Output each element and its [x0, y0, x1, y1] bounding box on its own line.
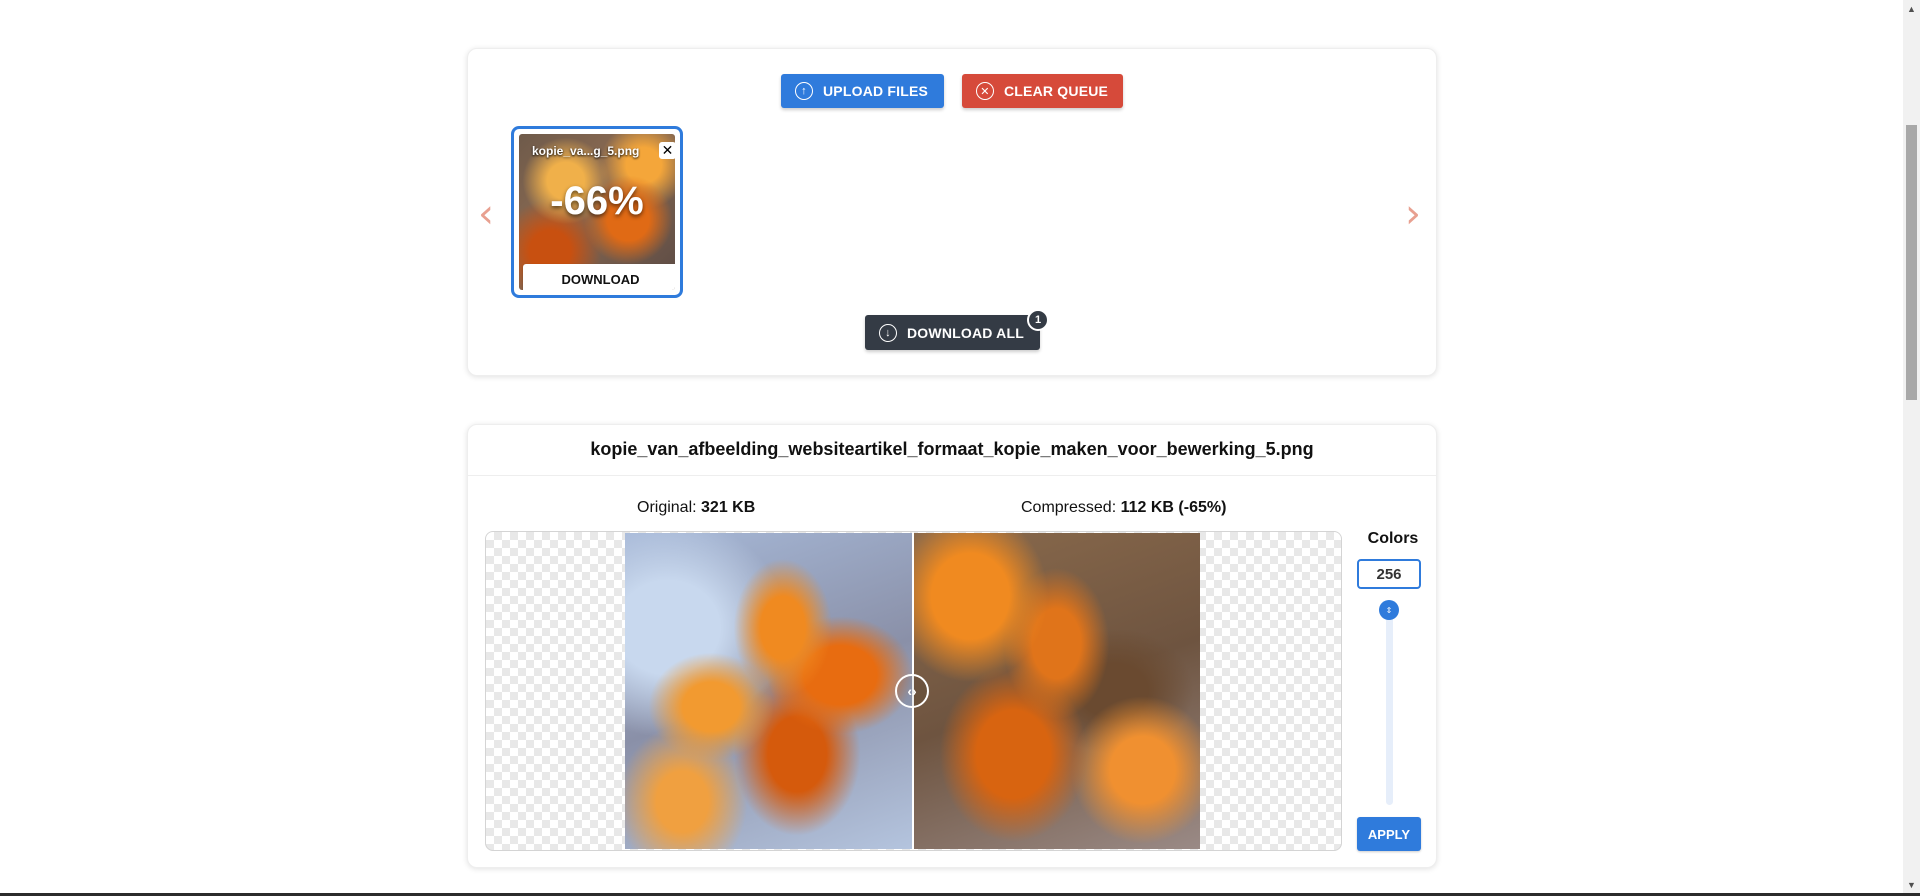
- queue-item-reduction: -66%: [550, 179, 644, 223]
- arrow-up-circle-icon: ↑: [795, 82, 813, 100]
- scroll-down-icon[interactable]: ▼: [1903, 876, 1920, 893]
- scroll-up-icon[interactable]: ▲: [1903, 0, 1920, 17]
- original-size-stat: Original: 321 KB: [637, 499, 755, 517]
- page-scrollbar[interactable]: ▲ ▼: [1903, 0, 1920, 893]
- file-title: kopie_van_afbeelding_websiteartikel_form…: [590, 439, 1314, 459]
- queue-item-thumbnail: kopie_va...g_5.png ✕ -66% DOWNLOAD: [519, 134, 675, 290]
- queue-item-download-button[interactable]: DOWNLOAD: [523, 264, 675, 290]
- colors-slider-thumb[interactable]: ⇕: [1379, 600, 1399, 620]
- carousel-next-arrow-icon[interactable]: ›: [1405, 194, 1421, 234]
- detail-card: kopie_van_afbeelding_websiteartikel_form…: [467, 424, 1437, 868]
- divider: [468, 475, 1436, 476]
- clear-queue-button[interactable]: ✕ CLEAR QUEUE: [962, 74, 1123, 108]
- compressed-image: [913, 533, 1200, 849]
- carousel-prev-arrow-icon[interactable]: ‹: [478, 194, 494, 234]
- compressed-label: Compressed:: [1021, 499, 1117, 516]
- download-all-count-badge: 1: [1027, 309, 1049, 331]
- clear-queue-label: CLEAR QUEUE: [1004, 83, 1109, 99]
- queue-item[interactable]: kopie_va...g_5.png ✕ -66% DOWNLOAD: [511, 126, 683, 298]
- download-all-label: DOWNLOAD ALL: [907, 324, 1024, 341]
- queue-card: ↑ UPLOAD FILES ✕ CLEAR QUEUE ‹ › kopie_v…: [467, 48, 1437, 376]
- compressed-size-stat: Compressed: 112 KB (-65%): [1021, 499, 1226, 517]
- scroll-thumb[interactable]: [1906, 125, 1917, 400]
- x-circle-icon: ✕: [976, 82, 994, 100]
- upload-files-label: UPLOAD FILES: [823, 83, 929, 99]
- original-size: 321 KB: [701, 499, 756, 516]
- compressed-size: 112 KB (-65%): [1120, 499, 1227, 516]
- original-image: [625, 533, 912, 849]
- original-label: Original:: [637, 499, 697, 516]
- upload-files-button[interactable]: ↑ UPLOAD FILES: [781, 74, 944, 108]
- apply-button[interactable]: APPLY: [1357, 817, 1421, 851]
- colors-slider-track[interactable]: [1386, 605, 1393, 805]
- colors-input[interactable]: [1357, 559, 1421, 589]
- download-all-button[interactable]: ↓ DOWNLOAD ALL: [865, 315, 1040, 350]
- colors-label: Colors: [1367, 530, 1419, 547]
- split-handle-icon[interactable]: ‹›: [895, 674, 929, 708]
- close-icon[interactable]: ✕: [659, 142, 675, 159]
- arrow-down-circle-icon: ↓: [879, 323, 897, 342]
- queue-item-filename: kopie_va...g_5.png: [532, 144, 640, 158]
- comparison-viewer[interactable]: ‹›: [485, 531, 1342, 851]
